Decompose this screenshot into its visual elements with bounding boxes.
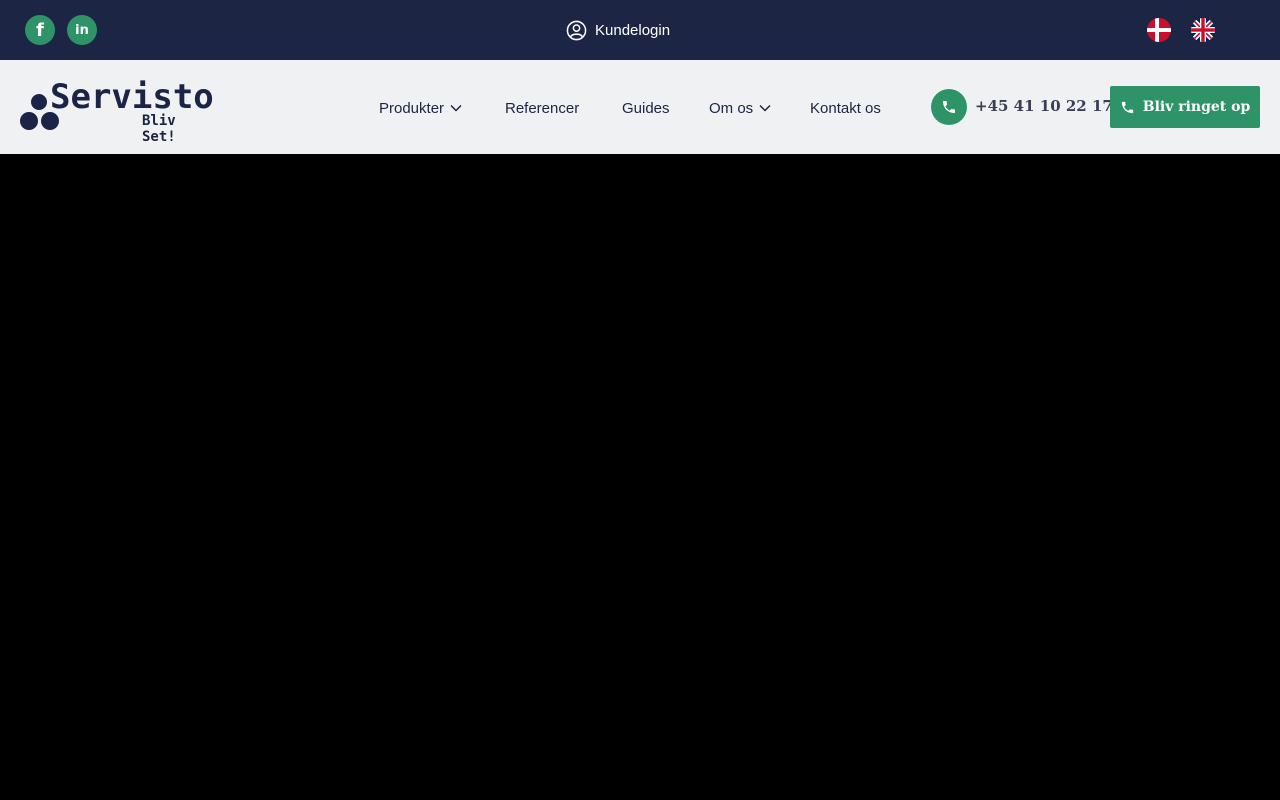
phone-number-link[interactable]: +45 41 10 22 17 <box>975 97 1113 115</box>
phone-icon[interactable] <box>931 89 967 125</box>
user-circle-icon <box>566 20 587 40</box>
nav-om-os[interactable]: Om os <box>709 98 771 118</box>
logo-wordmark: Servisto <box>50 77 214 117</box>
main-header: Servisto Bliv Set! Produkter Referencer … <box>0 60 1280 154</box>
linkedin-icon[interactable]: in <box>67 15 97 45</box>
customer-login-link[interactable]: Kundelogin <box>566 19 670 41</box>
danish-flag-icon[interactable] <box>1147 18 1171 42</box>
nav-produkter[interactable]: Produkter <box>379 98 462 118</box>
nav-guides[interactable]: Guides <box>622 98 670 118</box>
phone-icon <box>1121 101 1133 113</box>
nav-kontakt-os[interactable]: Kontakt os <box>810 98 881 118</box>
uk-flag-icon[interactable] <box>1191 18 1215 42</box>
call-me-button[interactable]: Bliv ringet op <box>1110 86 1260 128</box>
nav-referencer[interactable]: Referencer <box>505 98 579 118</box>
logo-tagline: Bliv Set! <box>142 113 176 145</box>
hero-section <box>0 154 1280 800</box>
facebook-icon[interactable]: f <box>25 15 55 45</box>
servisto-logo[interactable]: Servisto Bliv Set! <box>20 77 214 145</box>
chevron-down-icon <box>759 104 771 112</box>
chevron-down-icon <box>450 104 462 112</box>
top-bar: f in Kundelogin <box>0 0 1280 60</box>
login-label: Kundelogin <box>595 21 671 39</box>
